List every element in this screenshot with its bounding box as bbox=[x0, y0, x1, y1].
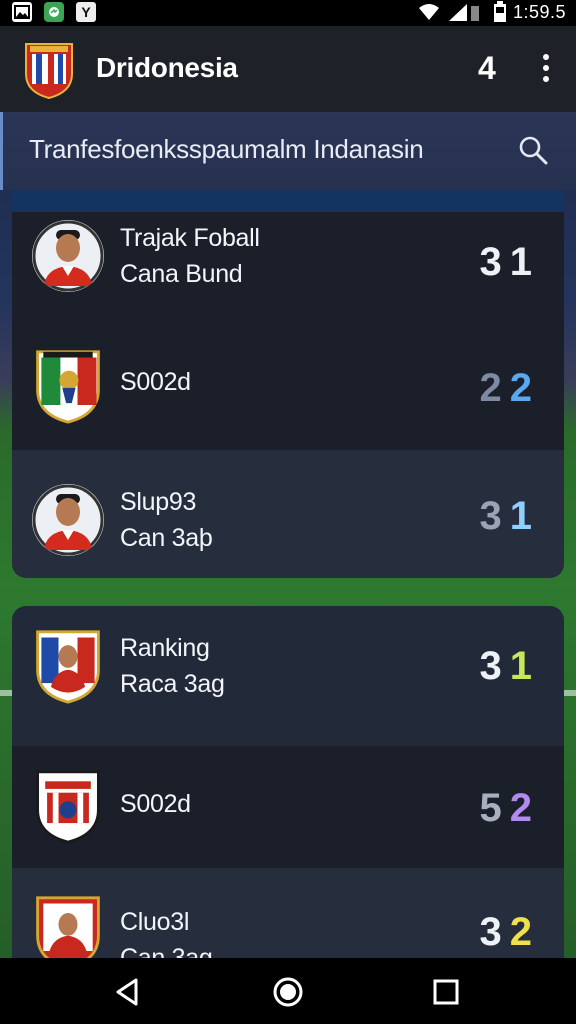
player-crest-icon bbox=[36, 896, 100, 960]
status-bar: Y 1:59.5 bbox=[0, 0, 576, 26]
system-nav-bar bbox=[0, 958, 576, 1024]
score-a: 3 bbox=[479, 910, 510, 954]
item-score: 52 bbox=[480, 786, 541, 831]
app-logo-icon[interactable] bbox=[22, 40, 76, 100]
score-b: 2 bbox=[509, 366, 540, 410]
item-score: 22 bbox=[480, 366, 541, 411]
score-a: 3 bbox=[479, 494, 510, 538]
app-title: Dridonesia bbox=[96, 52, 238, 83]
score-b: 2 bbox=[509, 910, 540, 954]
score-a: 3 bbox=[479, 240, 510, 284]
item-score: 32 bbox=[480, 910, 541, 955]
recents-icon[interactable] bbox=[428, 974, 464, 1010]
list-item[interactable]: Slup93 Can 3aþ 31 bbox=[12, 450, 564, 578]
score-b: 1 bbox=[509, 240, 540, 284]
search-input[interactable]: Tranfesfoenksspaumalm Indanasin bbox=[29, 134, 424, 165]
item-title: Trajak Foball bbox=[120, 224, 260, 252]
y-icon: Y bbox=[76, 2, 96, 22]
item-score: 31 bbox=[480, 644, 541, 689]
notification-count[interactable]: 4 bbox=[478, 50, 496, 87]
item-title: Cluo3l bbox=[120, 908, 190, 936]
player-avatar bbox=[32, 220, 104, 292]
back-icon[interactable] bbox=[110, 974, 146, 1010]
item-subtitle: Can 3aþ bbox=[120, 524, 213, 552]
score-a: 3 bbox=[479, 644, 510, 688]
score-b: 1 bbox=[509, 494, 540, 538]
signal-icon bbox=[448, 4, 479, 21]
score-b: 2 bbox=[509, 786, 540, 830]
club-crest-icon bbox=[36, 350, 100, 424]
search-icon[interactable] bbox=[517, 134, 549, 166]
club-crest-icon bbox=[36, 770, 100, 844]
item-title: Slup93 bbox=[120, 488, 197, 516]
wifi-icon bbox=[418, 4, 439, 20]
item-subtitle: Raca 3ag bbox=[120, 670, 225, 698]
image-icon bbox=[12, 2, 32, 22]
more-vert-icon[interactable] bbox=[536, 54, 556, 86]
item-score: 31 bbox=[480, 494, 541, 539]
score-a: 2 bbox=[479, 366, 510, 410]
list-item[interactable]: Ranking Raca 3ag 31 bbox=[12, 606, 564, 746]
battery-icon bbox=[493, 1, 506, 22]
item-title: S002d bbox=[120, 790, 191, 818]
list-item[interactable]: S002d 52 bbox=[12, 746, 564, 868]
score-b: 1 bbox=[509, 644, 540, 688]
item-subtitle: Cana Bund bbox=[120, 260, 243, 288]
score-a: 5 bbox=[479, 786, 510, 830]
app-bar: Dridonesia 4 bbox=[0, 26, 576, 112]
home-icon[interactable] bbox=[270, 974, 306, 1010]
clock: 1:59.5 bbox=[512, 1, 566, 22]
search-bar[interactable]: Tranfesfoenksspaumalm Indanasin bbox=[0, 112, 576, 190]
list-item[interactable]: Cluo3l Can 3ag 32 bbox=[12, 868, 564, 960]
list-header-divider bbox=[12, 190, 564, 212]
item-title: S002d bbox=[120, 368, 191, 396]
list-item[interactable]: S002d 22 bbox=[12, 316, 564, 450]
player-avatar bbox=[32, 484, 104, 556]
player-crest-icon bbox=[36, 630, 100, 704]
messenger-icon bbox=[44, 2, 64, 22]
list-item[interactable]: Trajak Foball Cana Bund 31 bbox=[12, 212, 564, 316]
item-title: Ranking bbox=[120, 634, 210, 662]
item-score: 31 bbox=[480, 240, 541, 285]
